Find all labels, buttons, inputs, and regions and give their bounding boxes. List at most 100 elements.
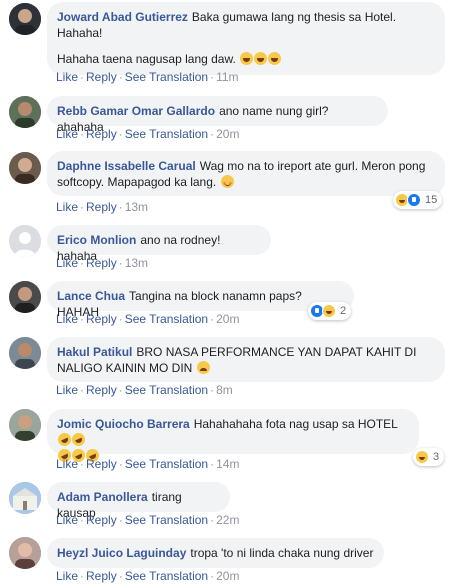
commenter-name[interactable]: Jomic Quiocho Barrera (57, 417, 190, 431)
grinning-sweat-emoji-icon (196, 361, 210, 374)
timestamp[interactable]: 14m (216, 457, 239, 471)
see-translation-link[interactable]: See Translation (125, 312, 208, 326)
comment-actions: Like · Reply · See Translation · 14m (56, 457, 239, 471)
comment-text: Hahahahaha fota nag usap sa HOTEL (193, 417, 398, 431)
commenter-name[interactable]: Lance Chua (57, 289, 125, 303)
avatar[interactable] (9, 537, 41, 569)
see-translation-link[interactable]: See Translation (125, 513, 208, 527)
commenter-name[interactable]: Heyzl Juico Laguinday (57, 546, 186, 560)
separator: · (80, 200, 85, 214)
separator: · (210, 127, 215, 141)
timestamp[interactable]: 11m (216, 70, 238, 84)
see-translation-link[interactable]: See Translation (125, 127, 208, 141)
commenter-name[interactable]: Adam Panollera (57, 490, 148, 504)
separator: · (118, 70, 123, 84)
like-link[interactable]: Like (56, 127, 78, 141)
reply-link[interactable]: Reply (86, 569, 117, 583)
haha-reaction-icon (415, 450, 429, 464)
reaction-summary[interactable]: 3 (413, 448, 445, 466)
like-link[interactable]: Like (56, 457, 78, 471)
see-translation-link[interactable]: See Translation (125, 383, 208, 397)
avatar[interactable] (9, 281, 41, 313)
timestamp[interactable]: 20m (216, 127, 239, 141)
comment-bubble: Rebb Gamar Omar Gallardo ano name nung gi… (47, 96, 388, 134)
comment-actions: Like · Reply · 13m (56, 256, 148, 270)
commenter-name[interactable]: Erico Monlion (57, 233, 136, 247)
separator: · (80, 70, 85, 84)
comment-bubble: Heyzl Juico Laguinday tropa 'to ni linda … (47, 538, 384, 568)
avatar[interactable] (9, 96, 41, 128)
timestamp[interactable]: 20m (216, 569, 239, 583)
separator: · (210, 457, 215, 471)
separator: · (80, 569, 85, 583)
like-link[interactable]: Like (56, 569, 78, 583)
comment-text: Baka gumawa lang ng thesis sa Hotel. (191, 10, 397, 24)
haha-reaction-icon (322, 304, 336, 318)
like-link[interactable]: Like (56, 383, 78, 397)
like-link[interactable]: Like (56, 256, 78, 270)
separator: · (210, 312, 215, 326)
comment-actions: Like · Reply · See Translation · 20m (56, 569, 239, 583)
comment-bubble: Joward Abad Gutierrez Baka gumawa lang ng… (47, 2, 445, 75)
separator: · (118, 457, 123, 471)
see-translation-link[interactable]: See Translation (125, 457, 208, 471)
reaction-summary[interactable]: 2 (308, 302, 352, 320)
timestamp[interactable]: 8m (216, 383, 233, 397)
commenter-name[interactable]: Daphne Issabelle Carual (57, 159, 196, 173)
separator: · (210, 569, 215, 583)
commenter-name[interactable]: Joward Abad Gutierrez (57, 10, 188, 24)
laughing-emoji-icon (268, 52, 282, 65)
like-reaction-icon (407, 193, 421, 207)
avatar[interactable] (9, 3, 41, 35)
avatar[interactable] (9, 409, 41, 441)
like-link[interactable]: Like (56, 513, 78, 527)
comment-thread: Joward Abad Gutierrez Baka gumawa lang ng… (0, 0, 474, 588)
comment-bubble: Erico Monlion ano na rodney! hahaha (47, 225, 271, 263)
like-link[interactable]: Like (56, 200, 78, 214)
reply-link[interactable]: Reply (86, 127, 117, 141)
separator: · (118, 383, 123, 397)
comment-bubble: Hakul Patikul BRO NASA PERFORMANCE YAN DA… (47, 337, 445, 382)
commenter-name[interactable]: Rebb Gamar Omar Gallardo (57, 104, 215, 118)
reply-link[interactable]: Reply (86, 383, 117, 397)
avatar[interactable] (9, 482, 41, 514)
reply-link[interactable]: Reply (86, 70, 117, 84)
reply-link[interactable]: Reply (86, 256, 117, 270)
see-translation-link[interactable]: See Translation (125, 569, 208, 583)
default-avatar-icon[interactable] (9, 225, 41, 257)
avatar[interactable] (9, 337, 41, 369)
comment-actions: Like · Reply · See Translation · 11m (56, 70, 239, 84)
timestamp[interactable]: 13m (125, 200, 148, 214)
comment-bubble: Adam Panollera tirang kausap (47, 482, 230, 520)
reply-link[interactable]: Reply (86, 513, 117, 527)
rofl-emoji-icon (69, 430, 88, 449)
comment-actions: Like · Reply · See Translation · 20m (56, 312, 239, 326)
commenter-name[interactable]: Hakul Patikul (57, 345, 132, 359)
comment-actions: Like · Reply · See Translation · 20m (56, 127, 239, 141)
separator: · (80, 312, 85, 326)
see-translation-link[interactable]: See Translation (125, 70, 208, 84)
like-link[interactable]: Like (56, 70, 78, 84)
like-link[interactable]: Like (56, 312, 78, 326)
smiling-emoji-icon (220, 175, 234, 188)
reaction-summary[interactable]: 15 (393, 191, 443, 209)
comment-text: BRO NASA PERFORMANCE YAN DAPAT KAHIT DI (136, 345, 417, 359)
comment-bubble: Jomic Quiocho Barrera Hahahahaha fota nag… (47, 409, 419, 465)
reply-link[interactable]: Reply (86, 457, 117, 471)
reaction-count: 15 (425, 194, 438, 206)
comment-text: tropa 'to ni linda chaka nung driver (190, 546, 374, 560)
comment-text: softcopy. Mapapagod ka lang. (57, 175, 217, 189)
avatar[interactable] (9, 152, 41, 184)
separator: · (210, 513, 215, 527)
reply-link[interactable]: Reply (86, 200, 117, 214)
separator: · (210, 383, 215, 397)
comment-actions: Like · Reply · 13m (56, 200, 148, 214)
timestamp[interactable]: 13m (125, 256, 148, 270)
comment-text: Wag mo na to ireport ate gurl. Meron pon… (199, 159, 426, 173)
separator: · (118, 312, 123, 326)
separator: · (80, 127, 85, 141)
timestamp[interactable]: 20m (216, 312, 239, 326)
reply-link[interactable]: Reply (86, 312, 117, 326)
comment-actions: Like · Reply · See Translation · 22m (56, 513, 239, 527)
timestamp[interactable]: 22m (216, 513, 239, 527)
